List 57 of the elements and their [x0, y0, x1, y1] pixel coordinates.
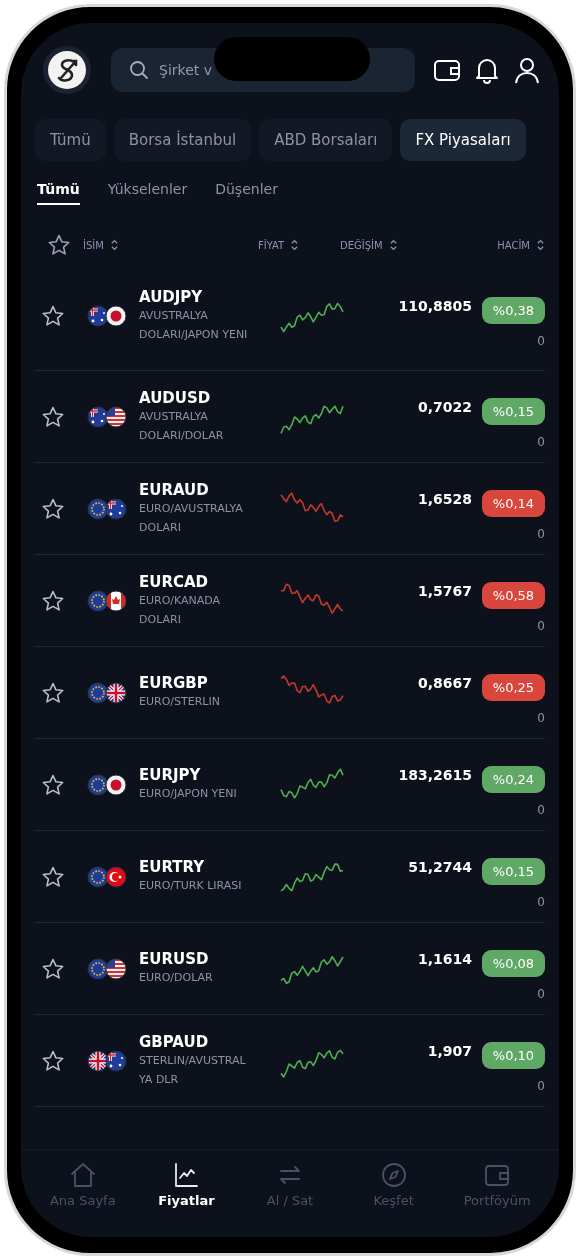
symbol-description: AVUSTRALYA DOLARI/JAPON YENI: [139, 307, 249, 343]
column-header: DEĞİŞİM: [340, 239, 383, 251]
price: 1,1614: [416, 950, 472, 967]
change-badge: %0,14: [482, 490, 545, 517]
filter-tab[interactable]: Tümü: [37, 181, 80, 205]
symbol-name: GBPAUD: [139, 1032, 210, 1051]
change-badge: %0,15: [482, 398, 545, 425]
symbol-description: EURO/JAPON YENI: [139, 786, 238, 802]
volume: 0: [537, 711, 545, 725]
price: 1,907: [426, 1042, 472, 1059]
volume: 0: [537, 1079, 545, 1093]
market-tab[interactable]: FX Piyasaları: [400, 119, 526, 161]
column-header: FİYAT: [258, 239, 285, 251]
change-badge: %0,38: [482, 297, 545, 324]
change-badge: %0,58: [482, 582, 545, 609]
market-tab[interactable]: Borsa İstanbul: [113, 119, 252, 161]
symbol-name: AUDUSD: [139, 388, 212, 407]
price: 0,7022: [416, 398, 472, 415]
volume: 0: [537, 334, 545, 348]
symbol-name: EURTRY: [139, 858, 206, 876]
symbol-description: EURO/TURK LIRASI: [139, 878, 243, 894]
symbol-description: EURO/AVUSTRALYA DOLARI: [139, 500, 244, 536]
change-badge: %0,24: [482, 766, 545, 793]
price: 0,8667: [416, 674, 472, 691]
symbol-description: EURO/KANADA DOLARI: [139, 592, 222, 628]
symbol-name: AUDJPY: [139, 287, 204, 306]
price: 51,2744: [407, 858, 472, 875]
symbol-name: EURJPY: [139, 766, 202, 784]
market-tab[interactable]: ABD Borsaları: [259, 119, 393, 161]
symbol-description: AVUSTRALYA DOLARI/DOLAR: [139, 408, 225, 444]
volume: 0: [537, 435, 545, 449]
change-badge: %0,10: [482, 1042, 545, 1069]
symbol-name: EURUSD: [139, 950, 210, 968]
column-header: İSİM: [83, 239, 104, 251]
volume: 0: [537, 987, 545, 1001]
price: 1,5767: [416, 582, 472, 599]
filter-tab[interactable]: Yükselenler: [107, 181, 188, 205]
column-header: HACİM: [497, 239, 530, 251]
symbol-description: EURO/STERLIN: [139, 694, 221, 710]
symbol-description: STERLIN/AVUSTRAL YA DLR: [139, 1052, 247, 1088]
volume: 0: [537, 803, 545, 817]
change-badge: %0,08: [482, 950, 545, 977]
volume: 0: [537, 527, 545, 541]
price: 110,8805: [397, 297, 472, 314]
symbol-description: EURO/DOLAR: [139, 970, 214, 986]
change-badge: %0,15: [482, 858, 545, 885]
volume: 0: [537, 619, 545, 633]
symbol-name: EURGBP: [139, 674, 209, 692]
price: 183,2615: [397, 766, 472, 783]
filter-tab[interactable]: Düşenler: [215, 181, 278, 205]
price: 1,6528: [416, 490, 472, 507]
volume: 0: [537, 895, 545, 909]
nav-item[interactable]: Fiyatlar: [136, 1160, 237, 1209]
symbol-name: EURCAD: [139, 572, 210, 591]
symbol-name: EURAUD: [139, 480, 210, 499]
market-tab[interactable]: Tümü: [35, 119, 106, 161]
change-badge: %0,25: [482, 674, 545, 701]
